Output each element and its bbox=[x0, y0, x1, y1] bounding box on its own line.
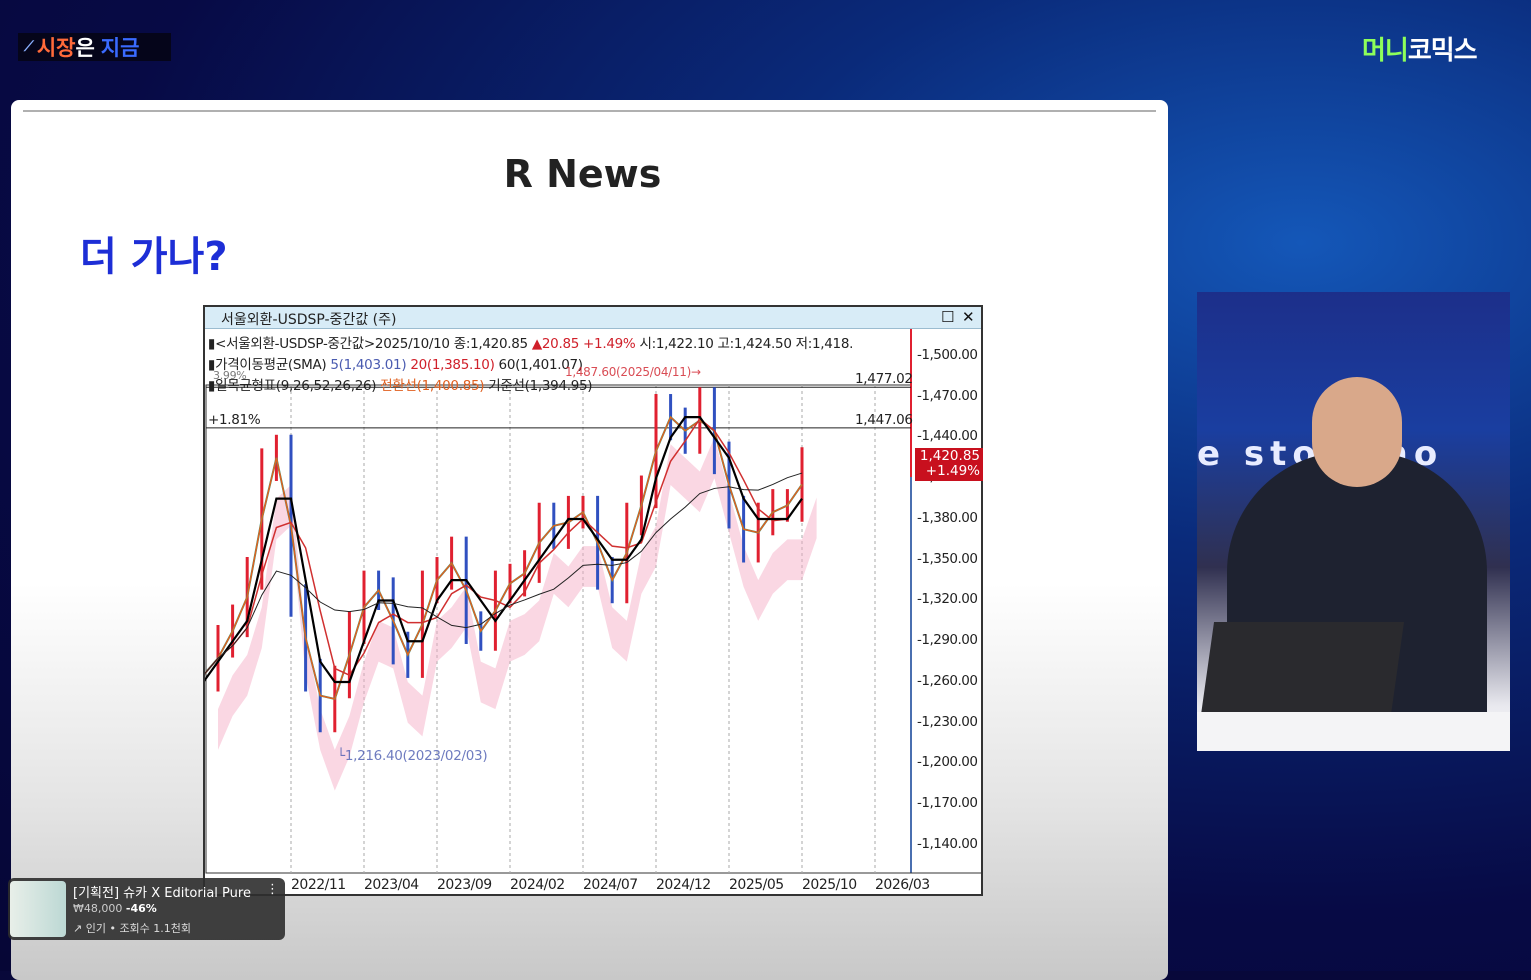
y-tick-label: -1,140.00 bbox=[917, 835, 978, 852]
chart-window: 서울외환-USDSP-중간값 (주) ☐ ✕ ▮<서울외환-USDSP-중간값>… bbox=[203, 305, 983, 896]
chart-plot bbox=[205, 329, 981, 874]
header-line-sma: ▮가격이동평균(SMA) 5(1,403.01) 20(1,385.10) 60… bbox=[208, 357, 583, 373]
trending-icon: ↗ bbox=[73, 922, 83, 935]
x-tick-label: 2023/09 bbox=[437, 877, 492, 893]
logo-text: 은 bbox=[75, 36, 95, 60]
more-options-icon[interactable]: ⋮ bbox=[266, 882, 279, 897]
x-tick-label: 2024/12 bbox=[656, 877, 711, 893]
logo-text: 머니 bbox=[1362, 36, 1409, 66]
desk bbox=[1197, 712, 1510, 751]
x-tick-label: 2025/10 bbox=[802, 877, 857, 893]
y-tick-label: -1,260.00 bbox=[917, 672, 978, 689]
plot-frame bbox=[205, 384, 912, 874]
logo-market-now: ⟋ 시장 은 지금 bbox=[18, 33, 171, 61]
logo-text: 시장 bbox=[36, 36, 76, 60]
hline-label: 1,477.02 bbox=[855, 371, 913, 387]
ad-price: ₩48,000 -46% bbox=[73, 902, 157, 915]
ichimoku-cloud bbox=[218, 437, 817, 791]
close-icon[interactable]: ✕ bbox=[962, 308, 975, 326]
y-tick-label: -1,440.00 bbox=[917, 428, 978, 445]
window-title-bar: 서울외환-USDSP-중간값 (주) bbox=[205, 307, 981, 329]
x-tick-label: 2023/04 bbox=[364, 877, 419, 893]
current-price-tag: 1,420.85 +1.49% bbox=[915, 448, 983, 481]
product-ad-card[interactable]: [기획전] 슈카 X Editorial Pure ₩48,000 -46% ↗… bbox=[8, 878, 285, 940]
logo-text: 코믹스 bbox=[1407, 36, 1478, 66]
pct-label: +1.81% bbox=[208, 412, 261, 428]
x-tick-label: 2024/02 bbox=[510, 877, 565, 893]
x-tick-label: 2025/05 bbox=[729, 877, 784, 893]
slide-subtitle: 더 가나? bbox=[80, 234, 228, 280]
slide-title: R News bbox=[503, 152, 662, 196]
hline-label: 1,447.06 bbox=[855, 412, 913, 428]
studio-video: e sto s no bbox=[1197, 292, 1510, 751]
x-tick-label: 2024/07 bbox=[583, 877, 638, 893]
divider bbox=[23, 110, 1156, 112]
y-tick-label: -1,350.00 bbox=[917, 550, 978, 567]
y-tick-label: -1,290.00 bbox=[917, 632, 978, 649]
x-tick-label: 2026/03 bbox=[875, 877, 930, 893]
ad-meta: ↗ 인기 • 조회수 1.1천회 bbox=[73, 922, 192, 935]
header-line-price: ▮<서울외환-USDSP-중간값>2025/10/10 종:1,420.85 ▲… bbox=[208, 336, 854, 352]
y-tick-label: -1,230.00 bbox=[917, 713, 978, 730]
product-thumbnail bbox=[10, 881, 66, 937]
y-tick-label: -1,200.00 bbox=[917, 754, 978, 771]
low-annotation: └1,216.40(2023/02/03) bbox=[337, 748, 488, 764]
y-tick-label: -1,170.00 bbox=[917, 795, 978, 812]
laptop bbox=[1199, 622, 1405, 722]
chart-icon: ⟋ bbox=[24, 39, 34, 55]
y-tick-label: -1,500.00 bbox=[917, 347, 978, 363]
y-tick-label: -1,320.00 bbox=[917, 591, 978, 608]
y-tick-label: -1,470.00 bbox=[917, 387, 978, 404]
presenter-head bbox=[1312, 377, 1402, 487]
logo-money-comics: 머니코믹스 bbox=[1362, 30, 1478, 67]
y-tick-label: -1,380.00 bbox=[917, 509, 978, 526]
logo-text: 지금 bbox=[100, 36, 140, 60]
maximize-icon[interactable]: ☐ bbox=[941, 308, 954, 326]
pct-label: 3.99% bbox=[213, 369, 247, 382]
high-annotation: 1,487.60(2025/04/11)→ bbox=[565, 365, 701, 379]
x-tick-label: 2022/11 bbox=[291, 877, 346, 893]
header-line-ichimoku: ▮일목균형표(9,26,52,26,26) 전환선(1,400.85) 기준선(… bbox=[208, 378, 593, 394]
ad-title: [기획전] 슈카 X Editorial Pure bbox=[73, 886, 251, 901]
window-title: 서울외환-USDSP-중간값 (주) bbox=[221, 312, 397, 328]
